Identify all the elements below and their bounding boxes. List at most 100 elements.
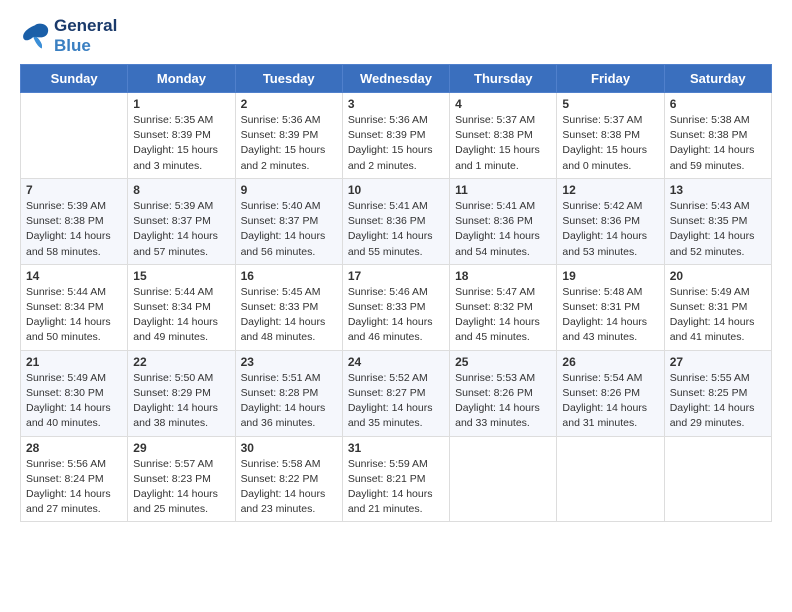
logo-text: General Blue xyxy=(54,16,117,56)
calendar-cell xyxy=(664,436,771,522)
day-number: 18 xyxy=(455,269,551,283)
calendar-cell: 30 Sunrise: 5:58 AM Sunset: 8:22 PM Dayli… xyxy=(235,436,342,522)
day-number: 7 xyxy=(26,183,122,197)
calendar-cell: 22Sunrise: 5:50 AM Sunset: 8:29 PM Dayli… xyxy=(128,350,235,436)
cell-content: Sunrise: 5:35 AM Sunset: 8:39 PM Dayligh… xyxy=(133,113,229,174)
header-sunday: Sunday xyxy=(21,65,128,93)
calendar-cell: 24 Sunrise: 5:52 AM Sunset: 8:27 PM Dayli… xyxy=(342,350,449,436)
cell-content: Sunrise: 5:39 AM Sunset: 8:37 PM Dayligh… xyxy=(133,199,229,260)
day-number: 24 xyxy=(348,355,444,369)
cell-content: Sunrise: 5:38 AM Sunset: 8:38 PM Dayligh… xyxy=(670,113,766,174)
cell-content: Sunrise: 5:36 AM Sunset: 8:39 PM Dayligh… xyxy=(241,113,337,174)
calendar-cell: 1 Sunrise: 5:35 AM Sunset: 8:39 PM Daylig… xyxy=(128,93,235,179)
cell-content: Sunrise: 5:48 AM Sunset: 8:31 PM Dayligh… xyxy=(562,285,658,346)
header-saturday: Saturday xyxy=(664,65,771,93)
day-number: 27 xyxy=(670,355,766,369)
cell-content: Sunrise: 5:52 AM Sunset: 8:27 PM Dayligh… xyxy=(348,371,444,432)
day-number: 8 xyxy=(133,183,229,197)
cell-content: Sunrise: 5:40 AM Sunset: 8:37 PM Dayligh… xyxy=(241,199,337,260)
week-row-3: 14 Sunrise: 5:44 AM Sunset: 8:34 PM Dayli… xyxy=(21,264,772,350)
header-row: SundayMondayTuesdayWednesdayThursdayFrid… xyxy=(21,65,772,93)
day-number: 6 xyxy=(670,97,766,111)
day-number: 11 xyxy=(455,183,551,197)
calendar-table: SundayMondayTuesdayWednesdayThursdayFrid… xyxy=(20,64,772,522)
calendar-cell: 8 Sunrise: 5:39 AM Sunset: 8:37 PM Daylig… xyxy=(128,178,235,264)
day-number: 9 xyxy=(241,183,337,197)
calendar-cell: 2Sunrise: 5:36 AM Sunset: 8:39 PM Daylig… xyxy=(235,93,342,179)
calendar-cell: 15Sunrise: 5:44 AM Sunset: 8:34 PM Dayli… xyxy=(128,264,235,350)
calendar-cell: 12Sunrise: 5:42 AM Sunset: 8:36 PM Dayli… xyxy=(557,178,664,264)
cell-content: Sunrise: 5:49 AM Sunset: 8:31 PM Dayligh… xyxy=(670,285,766,346)
calendar-cell: 21Sunrise: 5:49 AM Sunset: 8:30 PM Dayli… xyxy=(21,350,128,436)
cell-content: Sunrise: 5:56 AM Sunset: 8:24 PM Dayligh… xyxy=(26,457,122,518)
day-number: 1 xyxy=(133,97,229,111)
calendar-cell: 10 Sunrise: 5:41 AM Sunset: 8:36 PM Dayli… xyxy=(342,178,449,264)
week-row-4: 21Sunrise: 5:49 AM Sunset: 8:30 PM Dayli… xyxy=(21,350,772,436)
cell-content: Sunrise: 5:55 AM Sunset: 8:25 PM Dayligh… xyxy=(670,371,766,432)
calendar-cell: 4 Sunrise: 5:37 AM Sunset: 8:38 PM Daylig… xyxy=(450,93,557,179)
day-number: 20 xyxy=(670,269,766,283)
day-number: 12 xyxy=(562,183,658,197)
header-tuesday: Tuesday xyxy=(235,65,342,93)
day-number: 14 xyxy=(26,269,122,283)
cell-content: Sunrise: 5:53 AM Sunset: 8:26 PM Dayligh… xyxy=(455,371,551,432)
week-row-1: 1 Sunrise: 5:35 AM Sunset: 8:39 PM Daylig… xyxy=(21,93,772,179)
calendar-cell: 23 Sunrise: 5:51 AM Sunset: 8:28 PM Dayli… xyxy=(235,350,342,436)
calendar-cell xyxy=(450,436,557,522)
week-row-5: 28 Sunrise: 5:56 AM Sunset: 8:24 PM Dayli… xyxy=(21,436,772,522)
calendar-cell: 3 Sunrise: 5:36 AM Sunset: 8:39 PM Daylig… xyxy=(342,93,449,179)
calendar-cell: 27 Sunrise: 5:55 AM Sunset: 8:25 PM Dayli… xyxy=(664,350,771,436)
day-number: 4 xyxy=(455,97,551,111)
calendar-cell: 18 Sunrise: 5:47 AM Sunset: 8:32 PM Dayli… xyxy=(450,264,557,350)
cell-content: Sunrise: 5:39 AM Sunset: 8:38 PM Dayligh… xyxy=(26,199,122,260)
cell-content: Sunrise: 5:43 AM Sunset: 8:35 PM Dayligh… xyxy=(670,199,766,260)
day-number: 23 xyxy=(241,355,337,369)
calendar-cell xyxy=(557,436,664,522)
calendar-cell: 14 Sunrise: 5:44 AM Sunset: 8:34 PM Dayli… xyxy=(21,264,128,350)
day-number: 21 xyxy=(26,355,122,369)
cell-content: Sunrise: 5:54 AM Sunset: 8:26 PM Dayligh… xyxy=(562,371,658,432)
calendar-cell: 6 Sunrise: 5:38 AM Sunset: 8:38 PM Daylig… xyxy=(664,93,771,179)
calendar-cell xyxy=(21,93,128,179)
cell-content: Sunrise: 5:37 AM Sunset: 8:38 PM Dayligh… xyxy=(562,113,658,174)
cell-content: Sunrise: 5:50 AM Sunset: 8:29 PM Dayligh… xyxy=(133,371,229,432)
cell-content: Sunrise: 5:36 AM Sunset: 8:39 PM Dayligh… xyxy=(348,113,444,174)
calendar-cell: 11 Sunrise: 5:41 AM Sunset: 8:36 PM Dayli… xyxy=(450,178,557,264)
day-number: 30 xyxy=(241,441,337,455)
calendar-cell: 13Sunrise: 5:43 AM Sunset: 8:35 PM Dayli… xyxy=(664,178,771,264)
calendar-cell: 29 Sunrise: 5:57 AM Sunset: 8:23 PM Dayli… xyxy=(128,436,235,522)
day-number: 10 xyxy=(348,183,444,197)
day-number: 25 xyxy=(455,355,551,369)
cell-content: Sunrise: 5:37 AM Sunset: 8:38 PM Dayligh… xyxy=(455,113,551,174)
cell-content: Sunrise: 5:59 AM Sunset: 8:21 PM Dayligh… xyxy=(348,457,444,518)
cell-content: Sunrise: 5:41 AM Sunset: 8:36 PM Dayligh… xyxy=(455,199,551,260)
day-number: 26 xyxy=(562,355,658,369)
calendar-cell: 9 Sunrise: 5:40 AM Sunset: 8:37 PM Daylig… xyxy=(235,178,342,264)
day-number: 17 xyxy=(348,269,444,283)
cell-content: Sunrise: 5:58 AM Sunset: 8:22 PM Dayligh… xyxy=(241,457,337,518)
day-number: 29 xyxy=(133,441,229,455)
day-number: 5 xyxy=(562,97,658,111)
calendar-cell: 19Sunrise: 5:48 AM Sunset: 8:31 PM Dayli… xyxy=(557,264,664,350)
cell-content: Sunrise: 5:44 AM Sunset: 8:34 PM Dayligh… xyxy=(133,285,229,346)
day-number: 28 xyxy=(26,441,122,455)
cell-content: Sunrise: 5:51 AM Sunset: 8:28 PM Dayligh… xyxy=(241,371,337,432)
day-number: 16 xyxy=(241,269,337,283)
calendar-cell: 16Sunrise: 5:45 AM Sunset: 8:33 PM Dayli… xyxy=(235,264,342,350)
cell-content: Sunrise: 5:44 AM Sunset: 8:34 PM Dayligh… xyxy=(26,285,122,346)
logo: General Blue xyxy=(20,16,117,56)
calendar-cell: 28 Sunrise: 5:56 AM Sunset: 8:24 PM Dayli… xyxy=(21,436,128,522)
header-friday: Friday xyxy=(557,65,664,93)
calendar-cell: 7 Sunrise: 5:39 AM Sunset: 8:38 PM Daylig… xyxy=(21,178,128,264)
cell-content: Sunrise: 5:57 AM Sunset: 8:23 PM Dayligh… xyxy=(133,457,229,518)
calendar-cell: 5 Sunrise: 5:37 AM Sunset: 8:38 PM Daylig… xyxy=(557,93,664,179)
cell-content: Sunrise: 5:47 AM Sunset: 8:32 PM Dayligh… xyxy=(455,285,551,346)
logo-bird-icon xyxy=(20,22,50,50)
day-number: 31 xyxy=(348,441,444,455)
day-number: 3 xyxy=(348,97,444,111)
calendar-cell: 26 Sunrise: 5:54 AM Sunset: 8:26 PM Dayli… xyxy=(557,350,664,436)
cell-content: Sunrise: 5:41 AM Sunset: 8:36 PM Dayligh… xyxy=(348,199,444,260)
cell-content: Sunrise: 5:46 AM Sunset: 8:33 PM Dayligh… xyxy=(348,285,444,346)
week-row-2: 7 Sunrise: 5:39 AM Sunset: 8:38 PM Daylig… xyxy=(21,178,772,264)
header-wednesday: Wednesday xyxy=(342,65,449,93)
